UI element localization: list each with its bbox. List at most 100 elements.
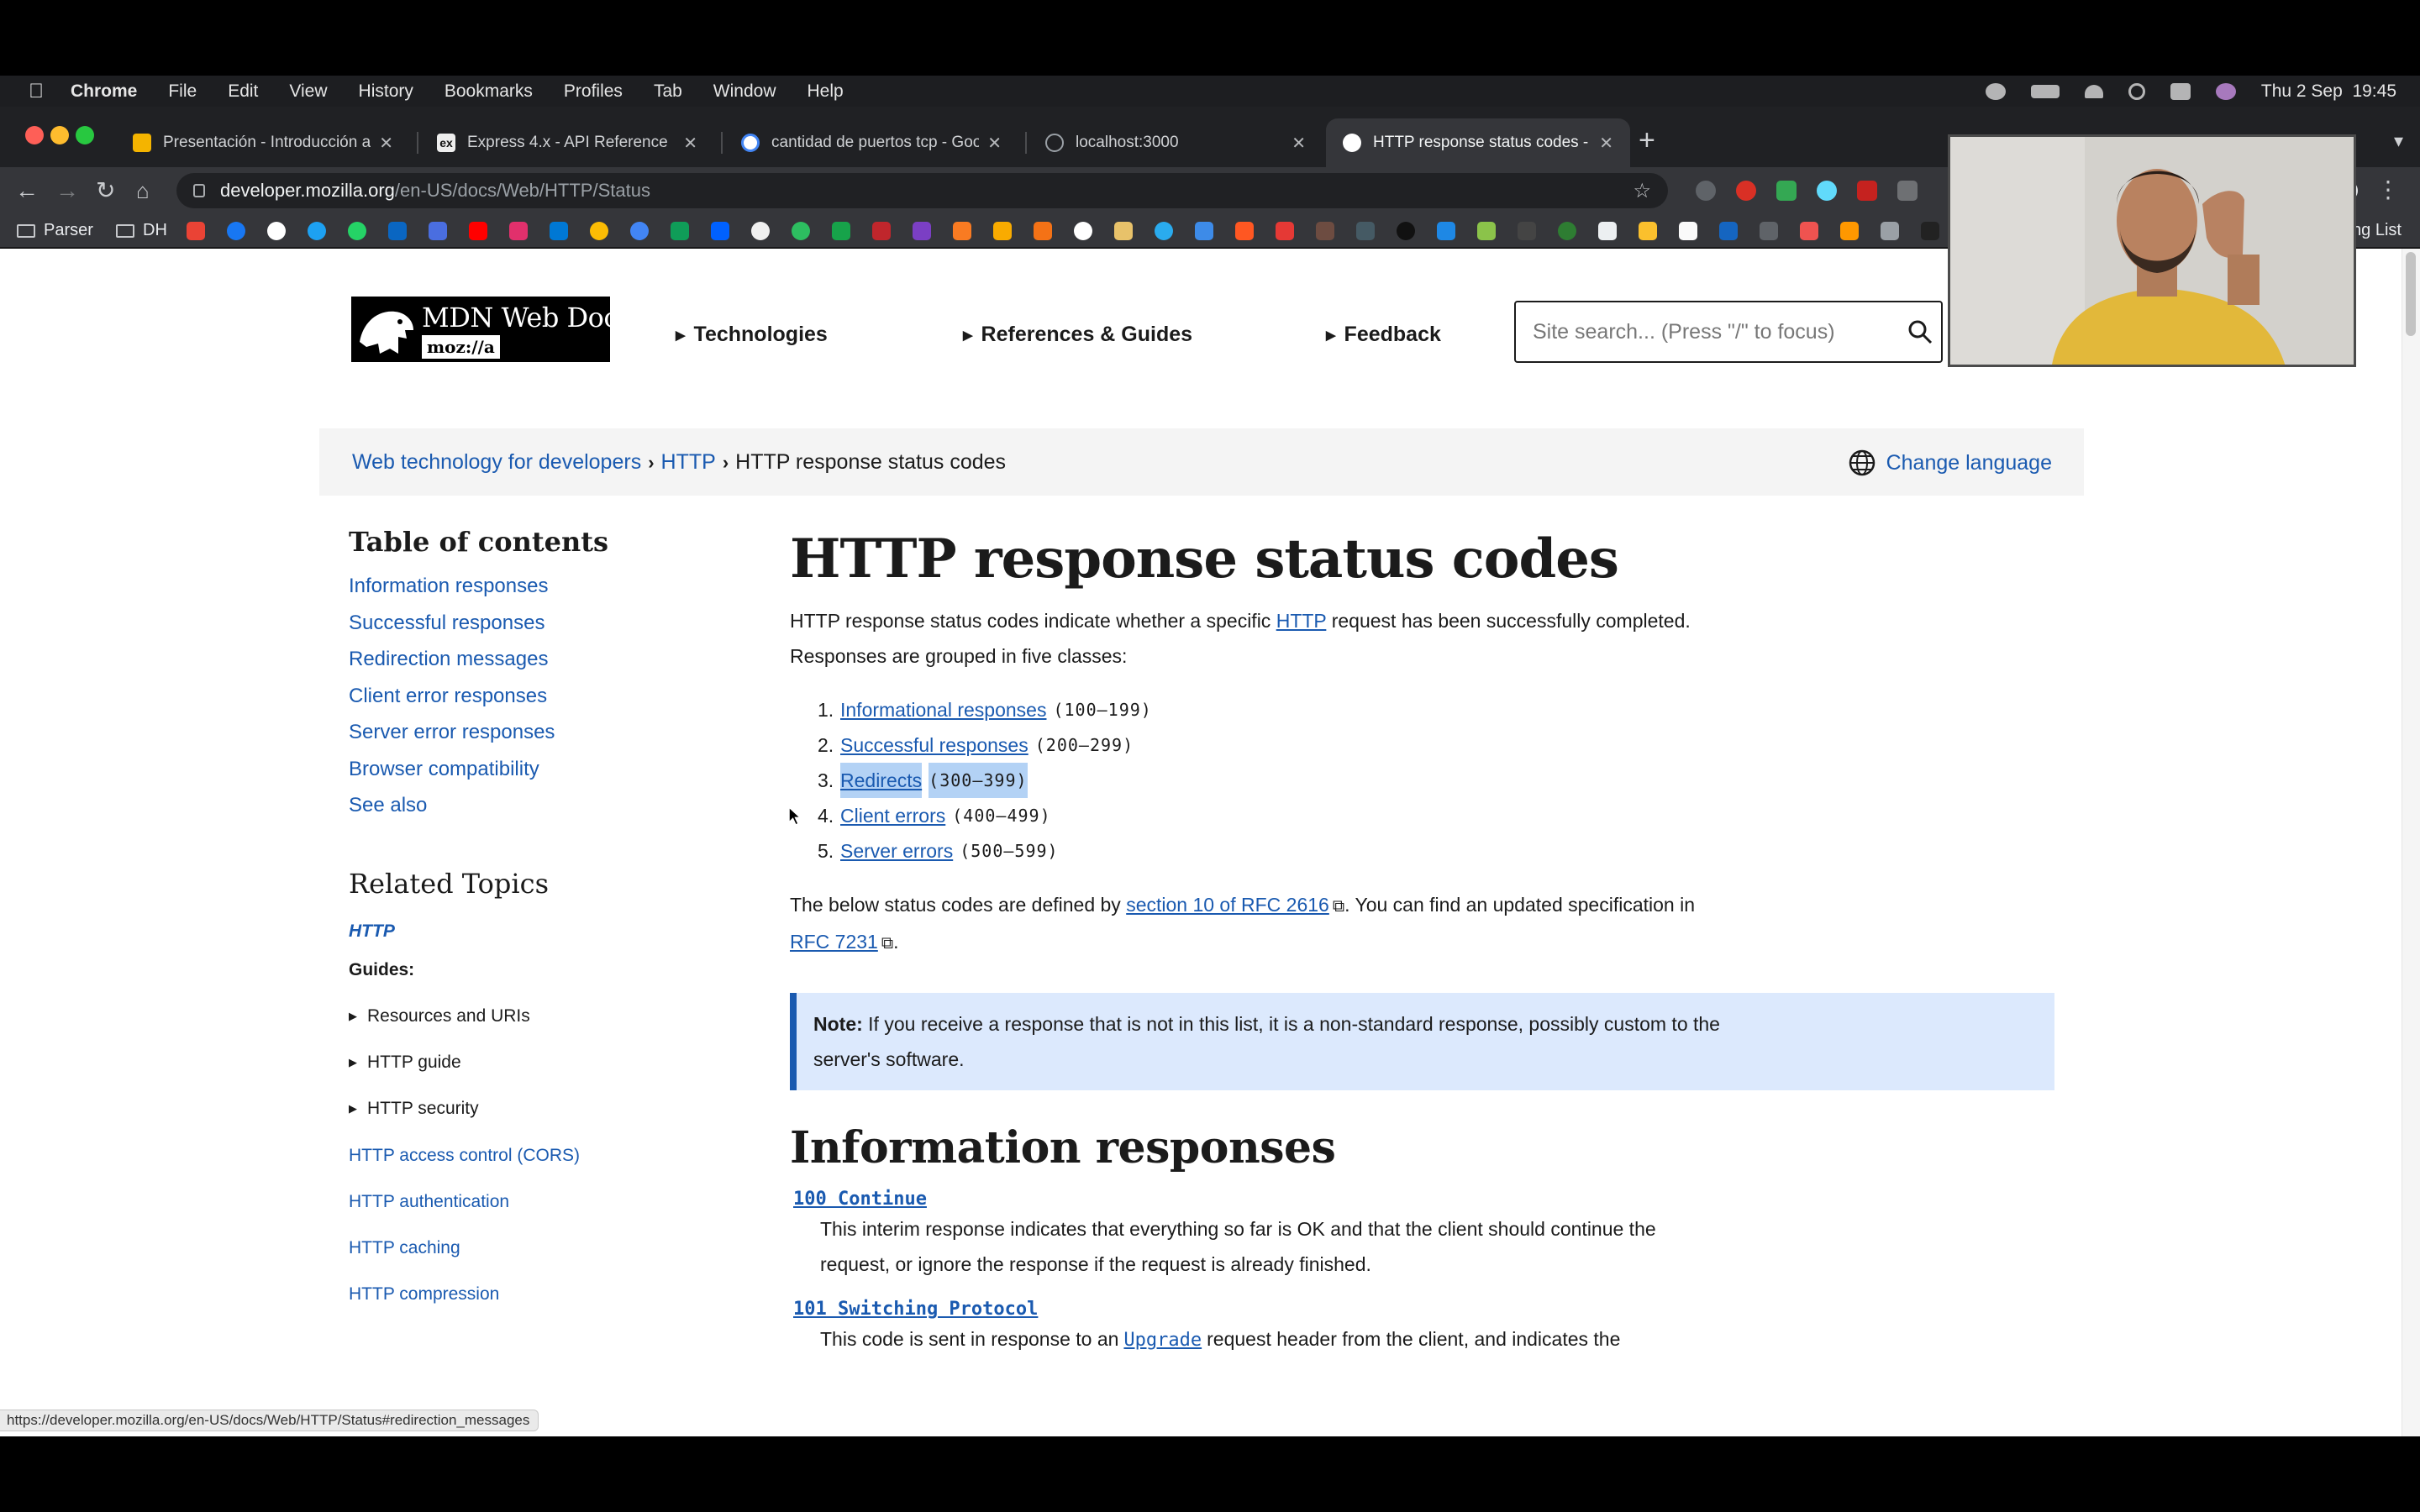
dropbox-icon[interactable] [711,222,729,240]
term-101-switching-protocol[interactable]: 101 Switching Protocol [793,1299,1038,1320]
zoom-window-button[interactable] [76,126,94,144]
close-tab-icon[interactable]: ✕ [987,133,1002,154]
lock-icon[interactable] [193,184,205,197]
menu-file[interactable]: File [168,81,197,102]
close-tab-icon[interactable]: ✕ [1292,133,1306,154]
rfc-7231-link[interactable]: RFC 7231 [790,931,878,953]
menu-tab[interactable]: Tab [654,81,682,102]
term-100-continue[interactable]: 100 Continue [793,1189,927,1210]
reload-button[interactable]: ↻ [96,177,115,204]
gmail-icon[interactable] [187,222,205,240]
youtube-icon[interactable] [469,222,487,240]
calendar-icon[interactable] [429,222,447,240]
tab-presentacion[interactable]: Presentación - Introducción a ✕ [116,118,410,167]
back-button[interactable]: ← [15,177,39,204]
evernote-icon[interactable] [792,222,810,240]
forward-button[interactable]: → [55,177,79,204]
bookmark-folder-parser[interactable]: Parser [17,221,93,240]
battery-icon[interactable] [2030,84,2060,98]
bookmark-icon[interactable] [832,222,850,240]
toc-link-client-error-responses[interactable]: Client error responses [349,678,718,715]
apple-icon[interactable]:  [25,80,47,102]
bookmark-icon[interactable] [1760,222,1778,240]
instagram-icon[interactable] [509,222,528,240]
bookmark-icon[interactable] [1074,222,1092,240]
photos-icon[interactable] [590,222,608,240]
nav-technologies[interactable]: ▶ Technologies [676,323,828,347]
bookmark-icon[interactable] [1921,222,1939,240]
bookmark-icon[interactable] [1195,222,1213,240]
menu-history[interactable]: History [359,81,413,102]
bookmark-icon[interactable] [872,222,891,240]
react-devtools-icon[interactable] [1817,181,1837,201]
extension-icon[interactable] [1897,181,1918,201]
bookmark-icon[interactable] [1437,222,1455,240]
bookmark-icon[interactable] [1558,222,1576,240]
bookmark-icon[interactable] [1719,222,1738,240]
toc-link-successful-responses[interactable]: Successful responses [349,605,718,642]
drive-icon[interactable] [671,222,689,240]
related-http-link[interactable]: HTTP [349,915,718,948]
breadcrumb-link-http[interactable]: HTTP [661,450,716,475]
link-informational-responses[interactable]: Informational responses [840,692,1046,727]
github-icon[interactable] [751,222,770,240]
webcam-overlay[interactable] [1948,134,2356,367]
close-window-button[interactable] [25,126,44,144]
adblock-extension-icon[interactable] [1736,181,1756,201]
bookmark-icon[interactable] [953,222,971,240]
link-successful-responses[interactable]: Successful responses [840,727,1028,763]
menu-bookmarks[interactable]: Bookmarks [445,81,533,102]
toc-link-server-error-responses[interactable]: Server error responses [349,714,718,751]
bookmark-icon[interactable] [1356,222,1375,240]
reading-list-button[interactable]: ng List [2352,221,2402,240]
twitter-icon[interactable] [308,222,326,240]
spotlight-search-icon[interactable] [2128,82,2145,100]
telegram-icon[interactable] [1155,222,1173,240]
facebook-icon[interactable] [227,222,245,240]
google-icon[interactable] [267,222,286,240]
menu-view[interactable]: View [289,81,327,102]
tab-http-status[interactable]: HTTP response status codes - ✕ [1326,118,1630,167]
link-client-errors[interactable]: Client errors [840,798,945,833]
extension-icon[interactable] [1696,181,1716,201]
bookmark-icon[interactable] [1316,222,1334,240]
bookmark-star-icon[interactable]: ☆ [1633,179,1651,203]
menu-app[interactable]: Chrome [71,81,137,102]
extension-icon[interactable] [1857,181,1877,201]
link-http-compression[interactable]: HTTP compression [349,1271,718,1317]
search-icon[interactable] [1907,319,1933,344]
toc-link-browser-compatibility[interactable]: Browser compatibility [349,751,718,788]
bookmark-icon[interactable] [913,222,931,240]
siri-icon[interactable] [2215,82,2236,100]
outlook-icon[interactable] [550,222,568,240]
chrome-menu-icon[interactable]: ⋮ [2376,176,2400,203]
nav-references-guides[interactable]: ▶ References & Guides [963,323,1192,347]
bookmark-icon[interactable] [1276,222,1294,240]
whatsapp-icon[interactable] [348,222,366,240]
contacts-icon[interactable] [630,222,649,240]
link-http-caching[interactable]: HTTP caching [349,1225,718,1271]
bookmark-icon[interactable] [1639,222,1657,240]
toc-link-redirection-messages[interactable]: Redirection messages [349,641,718,678]
bookmark-icon[interactable] [1397,222,1415,240]
rfc-2616-link[interactable]: section 10 of RFC 2616 [1126,894,1329,916]
group-http-security[interactable]: ▶ HTTP security [349,1086,718,1132]
nav-feedback[interactable]: ▶ Feedback [1326,323,1441,347]
menu-window[interactable]: Window [713,81,776,102]
page-scrollbar[interactable] [2402,249,2420,1436]
bookmark-folder-dh[interactable]: DH [116,221,167,240]
wifi-icon[interactable] [2084,84,2103,98]
tab-google-search[interactable]: cantidad de puertos tcp - Goo ✕ [724,118,1018,167]
close-tab-icon[interactable]: ✕ [683,133,697,154]
spotify-icon[interactable] [1985,82,2006,100]
bookmark-icon[interactable] [1034,222,1052,240]
tab-express[interactable]: ex Express 4.x - API Reference ✕ [420,118,714,167]
http-link[interactable]: HTTP [1276,610,1327,632]
tab-localhost[interactable]: localhost:3000 ✕ [1028,118,1323,167]
bookmark-icon[interactable] [1840,222,1859,240]
minimize-window-button[interactable] [50,126,69,144]
home-button[interactable]: ⌂ [136,177,150,204]
new-tab-button[interactable]: + [1639,123,1655,157]
extension-icon[interactable] [1776,181,1797,201]
bookmark-icon[interactable] [993,222,1012,240]
